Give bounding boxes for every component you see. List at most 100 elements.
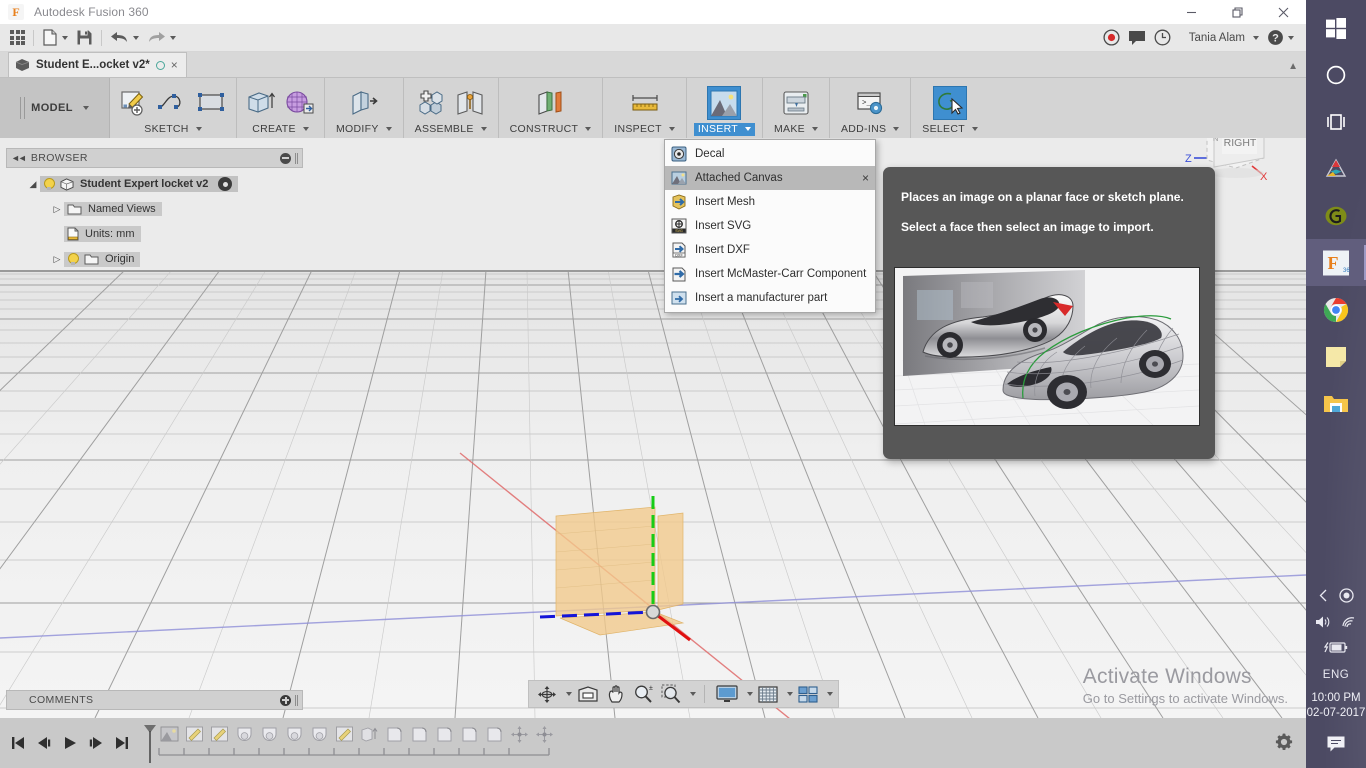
fusion360-button[interactable]: F 360 (1306, 239, 1366, 286)
close-icon[interactable] (1260, 0, 1306, 24)
user-account-button[interactable]: Tania Alam (1175, 26, 1263, 50)
look-at-button[interactable] (574, 683, 602, 705)
timeline-node[interactable] (283, 723, 305, 745)
ribbon-panel-label-inspect[interactable]: INSPECT (610, 123, 679, 136)
timeline-node[interactable] (208, 723, 230, 745)
onedrive-record-icon[interactable] (1339, 588, 1354, 608)
pan-button[interactable] (604, 683, 628, 705)
timeline-node[interactable] (358, 723, 380, 745)
ribbon-panel-label-create[interactable]: CREATE (248, 123, 313, 136)
record-button[interactable] (1099, 26, 1124, 50)
step-back-button[interactable] (32, 730, 56, 756)
ribbon-panel-label-addins[interactable]: ADD-INS (837, 123, 903, 136)
new-component-button[interactable] (414, 86, 448, 120)
wifi-icon[interactable] (1341, 615, 1357, 634)
3d-viewport[interactable]: ◄◄ BROWSER ◢ Student Expert locket v2 ▷ … (0, 138, 1306, 718)
timeline-track[interactable] (142, 723, 555, 763)
menu-item-decal[interactable]: Decal (665, 142, 875, 166)
ribbon-panel-label-select[interactable]: SELECT (918, 123, 982, 136)
start-button[interactable] (1306, 4, 1366, 51)
drag-grip[interactable] (295, 694, 298, 706)
timeline-node[interactable] (483, 723, 505, 745)
plus-circle-icon[interactable] (280, 694, 291, 706)
offset-plane-button[interactable] (533, 86, 567, 120)
double-left-arrow-icon[interactable]: ◄◄ (11, 153, 27, 163)
speaker-icon[interactable] (1315, 615, 1331, 634)
undo-button[interactable] (106, 26, 143, 50)
close-icon[interactable]: × (862, 172, 869, 184)
timeline-node[interactable] (508, 723, 530, 745)
ribbon-panel-label-assemble[interactable]: ASSEMBLE (411, 123, 491, 136)
light-bulb-icon[interactable] (43, 177, 55, 191)
chevron-down-icon[interactable] (827, 692, 833, 696)
chevron-down-icon[interactable] (747, 692, 753, 696)
insert-image-button[interactable] (707, 86, 742, 120)
skip-to-start-button[interactable] (6, 730, 30, 756)
browser-header[interactable]: ◄◄ BROWSER (6, 148, 303, 168)
chevron-down-icon[interactable] (690, 692, 696, 696)
menu-item-manufacturer-part[interactable]: Insert a manufacturer part (665, 286, 875, 310)
save-button[interactable] (72, 26, 97, 50)
timeline-node[interactable] (233, 723, 255, 745)
zoom-window-button[interactable] (658, 683, 684, 705)
menu-item-insert-svg[interactable]: SVG Insert SVG (665, 214, 875, 238)
orbit-button[interactable] (534, 683, 560, 705)
timeline-settings-button[interactable] (1274, 732, 1294, 757)
expand-arrow-icon[interactable]: ◢ (26, 179, 40, 190)
ribbon-panel-label-insert[interactable]: INSERT (693, 123, 756, 136)
tree-item-units[interactable]: Units: mm (6, 224, 303, 244)
help-button[interactable]: ? (1263, 26, 1298, 50)
sticky-notes-button[interactable] (1306, 333, 1366, 380)
scripts-addins-button[interactable]: >_ (853, 86, 887, 120)
workspace-selector[interactable]: MODEL (0, 78, 110, 138)
press-pull-button[interactable] (347, 86, 381, 120)
extrude-button[interactable] (244, 86, 278, 120)
tree-item-root[interactable]: ◢ Student Expert locket v2 (6, 174, 303, 194)
zoom-button[interactable]: ± (630, 683, 656, 705)
minus-circle-icon[interactable] (280, 152, 291, 164)
menu-item-attached-canvas[interactable]: Attached Canvas × (665, 166, 875, 190)
timeline-node[interactable] (458, 723, 480, 745)
tray-clock[interactable]: 10:00 PM 02-07-2017 (1307, 691, 1366, 721)
timeline-node[interactable] (183, 723, 205, 745)
menu-item-mcmaster-carr[interactable]: Insert McMaster-Carr Component (665, 262, 875, 286)
select-tool-button[interactable] (933, 86, 968, 120)
create-sketch-button[interactable] (117, 86, 151, 120)
ribbon-panel-label-construct[interactable]: CONSTRUCT (506, 123, 596, 136)
minimize-icon[interactable] (1168, 0, 1214, 24)
notifications-button[interactable] (1326, 735, 1346, 758)
timeline-node[interactable] (383, 723, 405, 745)
step-forward-button[interactable] (84, 730, 108, 756)
new-file-button[interactable] (38, 26, 72, 50)
battery-charging-icon[interactable] (1323, 641, 1348, 659)
cortana-button[interactable] (1306, 51, 1366, 98)
job-status-button[interactable] (1150, 26, 1175, 50)
collapse-arrow-icon[interactable]: ▷ (50, 204, 64, 215)
tree-item-origin[interactable]: ▷ Origin (6, 249, 303, 269)
ribbon-panel-label-modify[interactable]: MODIFY (332, 123, 396, 136)
restore-icon[interactable] (1214, 0, 1260, 24)
measure-button[interactable] (628, 86, 662, 120)
drag-grip[interactable] (295, 152, 298, 164)
timeline-node[interactable] (158, 723, 180, 745)
timeline-node[interactable] (533, 723, 555, 745)
chevron-up-icon[interactable]: ▲ (1288, 61, 1298, 72)
grid-snaps-button[interactable] (755, 683, 781, 705)
3d-print-button[interactable] (779, 86, 813, 120)
timeline-node[interactable] (333, 723, 355, 745)
autodesk-app-button[interactable] (1306, 145, 1366, 192)
task-view-button[interactable] (1306, 98, 1366, 145)
grammarly-button[interactable] (1306, 192, 1366, 239)
timeline-node[interactable] (408, 723, 430, 745)
joint-button[interactable] (453, 86, 487, 120)
comments-bar[interactable]: COMMENTS (6, 690, 303, 710)
chevron-left-icon[interactable] (1318, 589, 1329, 607)
play-button[interactable] (58, 730, 82, 756)
skip-to-end-button[interactable] (110, 730, 134, 756)
timeline-playhead-icon[interactable] (142, 723, 158, 765)
collapse-arrow-icon[interactable]: ▷ (50, 254, 64, 265)
document-tab[interactable]: Student E...ocket v2* × (8, 52, 187, 77)
ribbon-panel-label-sketch[interactable]: SKETCH (140, 123, 205, 136)
menu-item-insert-mesh[interactable]: Insert Mesh (665, 190, 875, 214)
viewports-button[interactable] (795, 683, 821, 705)
